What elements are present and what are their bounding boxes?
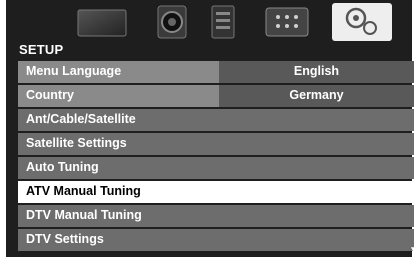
menu-item-label: Satellite Settings [26, 136, 127, 150]
menu-item-atv-manual-tuning[interactable]: ATV Manual Tuning [18, 181, 414, 203]
menu-item-value: Germany [219, 85, 414, 107]
menu-item-satellite-settings[interactable]: Satellite Settings [18, 133, 414, 155]
menu-item-dtv-manual-tuning[interactable]: DTV Manual Tuning [18, 205, 414, 227]
section-title: SETUP [19, 42, 64, 57]
menu-item-ant-cable-satellite[interactable]: Ant/Cable/Satellite [18, 109, 414, 131]
scroll-down-indicator[interactable]: ▼ [409, 245, 418, 256]
menu-item-menu-language[interactable]: Menu Language English [18, 61, 414, 83]
picture-icon[interactable] [76, 4, 128, 40]
category-icon-bar [6, 0, 412, 44]
menu-item-label: Auto Tuning [26, 160, 99, 174]
settings-icon[interactable] [332, 3, 392, 41]
settings-menu: Menu Language English Country Germany An… [18, 61, 414, 253]
menu-item-value: English [219, 61, 414, 83]
menu-item-dtv-settings[interactable]: DTV Settings [18, 229, 414, 251]
menu-item-country[interactable]: Country Germany [18, 85, 414, 107]
menu-item-label: Country [26, 88, 74, 102]
menu-item-auto-tuning[interactable]: Auto Tuning [18, 157, 414, 179]
sound-icon[interactable] [152, 4, 192, 40]
menu-item-label: DTV Manual Tuning [26, 208, 142, 222]
menu-item-label: Menu Language [26, 64, 122, 78]
power-icon[interactable] [206, 4, 240, 40]
setup-panel: SETUP Menu Language English Country Germ… [6, 0, 414, 257]
menu-item-label: ATV Manual Tuning [26, 184, 141, 198]
apps-icon[interactable] [264, 4, 310, 40]
menu-item-label: DTV Settings [26, 232, 104, 246]
menu-item-label: Ant/Cable/Satellite [26, 112, 136, 126]
